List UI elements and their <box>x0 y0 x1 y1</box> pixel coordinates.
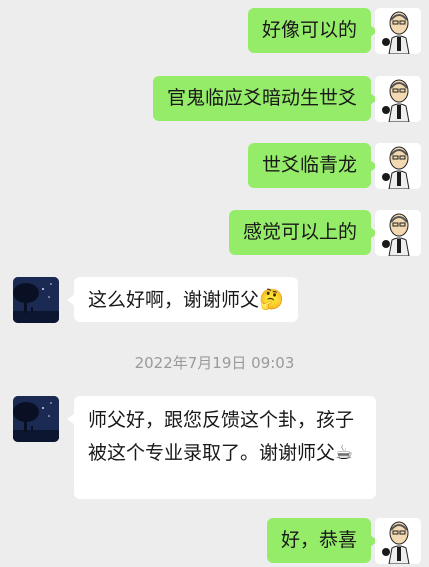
night-tree-icon <box>13 396 59 442</box>
message-text: 这么好啊，谢谢师父 <box>88 289 260 311</box>
message-bubble-mine[interactable]: 官鬼临应爻暗动生世爻 <box>152 76 379 121</box>
cartoon-man-icon <box>375 518 421 564</box>
chat-screen: { "messages": [ {"sender": "me", "text":… <box>0 0 429 567</box>
my-avatar[interactable] <box>375 8 421 54</box>
hot-beverage-emoji-icon: ☕ <box>335 440 353 464</box>
my-avatar[interactable] <box>375 76 421 122</box>
cartoon-man-icon <box>375 8 421 54</box>
message-bubble-mine[interactable]: 好像可以的 <box>247 8 379 53</box>
cartoon-man-icon <box>375 76 421 122</box>
message-bubble-mine[interactable]: 感觉可以上的 <box>228 210 379 255</box>
my-avatar[interactable] <box>375 518 421 564</box>
message-bubble-contact[interactable]: 师父好，跟您反馈这个卦，孩子被这个专业录取了。谢谢师父☕ <box>67 396 376 499</box>
message-bubble-contact[interactable]: 这么好啊，谢谢师父🤔 <box>67 277 298 322</box>
cartoon-man-icon <box>375 210 421 256</box>
cartoon-man-icon <box>375 143 421 189</box>
my-avatar[interactable] <box>375 143 421 189</box>
chat-timestamp: 2022年7月19日 09:03 <box>134 354 295 372</box>
contact-avatar[interactable] <box>13 277 59 323</box>
message-bubble-mine[interactable]: 世爻临青龙 <box>247 143 379 188</box>
night-tree-icon <box>13 277 59 323</box>
thinking-face-emoji-icon: 🤔 <box>259 287 284 311</box>
message-text: 师父好，跟您反馈这个卦，孩子被这个专业录取了。谢谢师父 <box>88 409 355 464</box>
my-avatar[interactable] <box>375 210 421 256</box>
contact-avatar[interactable] <box>13 396 59 442</box>
message-bubble-mine[interactable]: 好，恭喜 <box>266 518 379 563</box>
